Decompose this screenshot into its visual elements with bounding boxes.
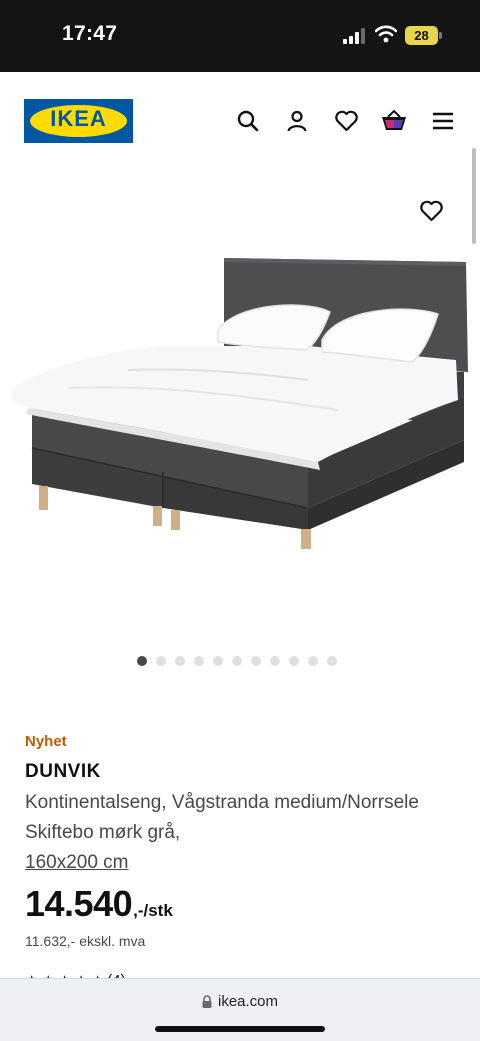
- product-image-bed[interactable]: [8, 250, 472, 555]
- gallery-dot[interactable]: [270, 656, 280, 666]
- wishlist-heart-icon: [334, 110, 358, 132]
- wifi-icon: [375, 25, 397, 43]
- gallery-pagination: [137, 656, 337, 668]
- menu-button[interactable]: [429, 107, 457, 135]
- account-button[interactable]: [283, 107, 311, 135]
- gallery-dot[interactable]: [213, 656, 223, 666]
- shopping-bag-icon: [382, 109, 406, 130]
- cart-button[interactable]: [380, 107, 408, 135]
- url-text: ikea.com: [217, 993, 279, 1010]
- wishlist-button[interactable]: [332, 107, 360, 135]
- status-time: 17:47: [62, 22, 118, 45]
- description-text: Kontinentalseng, Vågstranda medium/Norrs…: [25, 792, 419, 843]
- gallery-dot[interactable]: [289, 656, 299, 666]
- ikea-logo[interactable]: IKEA: [24, 99, 133, 143]
- gallery-dot[interactable]: [175, 656, 185, 666]
- gallery-dot[interactable]: [308, 656, 318, 666]
- gallery-dot[interactable]: [194, 656, 204, 666]
- product-name: DUNVIK: [25, 761, 101, 782]
- price-amount: 14.540: [25, 883, 133, 924]
- cellular-signal-icon: [343, 28, 365, 44]
- price-suffix: ,-/stk: [133, 901, 173, 920]
- new-badge: Nyhet: [25, 733, 67, 750]
- add-to-wishlist-button[interactable]: [416, 196, 446, 226]
- account-icon: [287, 110, 307, 132]
- site-header: IKEA: [0, 72, 480, 172]
- gallery-dot[interactable]: [327, 656, 337, 666]
- gallery-dot[interactable]: [232, 656, 242, 666]
- size-link[interactable]: 160x200 cm: [25, 852, 129, 873]
- menu-icon: [433, 112, 453, 130]
- browser-address-bar[interactable]: ikea.com: [0, 978, 480, 1041]
- home-indicator[interactable]: [155, 1026, 325, 1032]
- price-excl-vat: 11.632,- ekskl. mva: [25, 933, 146, 949]
- gallery-dot[interactable]: [137, 656, 147, 666]
- battery-nub: [439, 32, 442, 39]
- lock-icon: [202, 995, 212, 1008]
- price: 14.540 ,-/stk: [25, 883, 173, 925]
- product-description: Kontinentalseng, Vågstranda medium/Norrs…: [25, 788, 445, 878]
- search-button[interactable]: [234, 107, 262, 135]
- gallery-dot[interactable]: [156, 656, 166, 666]
- gallery-dot[interactable]: [251, 656, 261, 666]
- url-container[interactable]: ikea.com: [0, 993, 480, 1010]
- logo-text: IKEA: [50, 106, 107, 131]
- heart-icon: [419, 200, 443, 222]
- search-icon: [237, 110, 259, 132]
- status-bar: 17:47 28: [0, 0, 480, 72]
- battery-indicator: 28: [405, 26, 438, 45]
- scroll-indicator[interactable]: [472, 148, 476, 244]
